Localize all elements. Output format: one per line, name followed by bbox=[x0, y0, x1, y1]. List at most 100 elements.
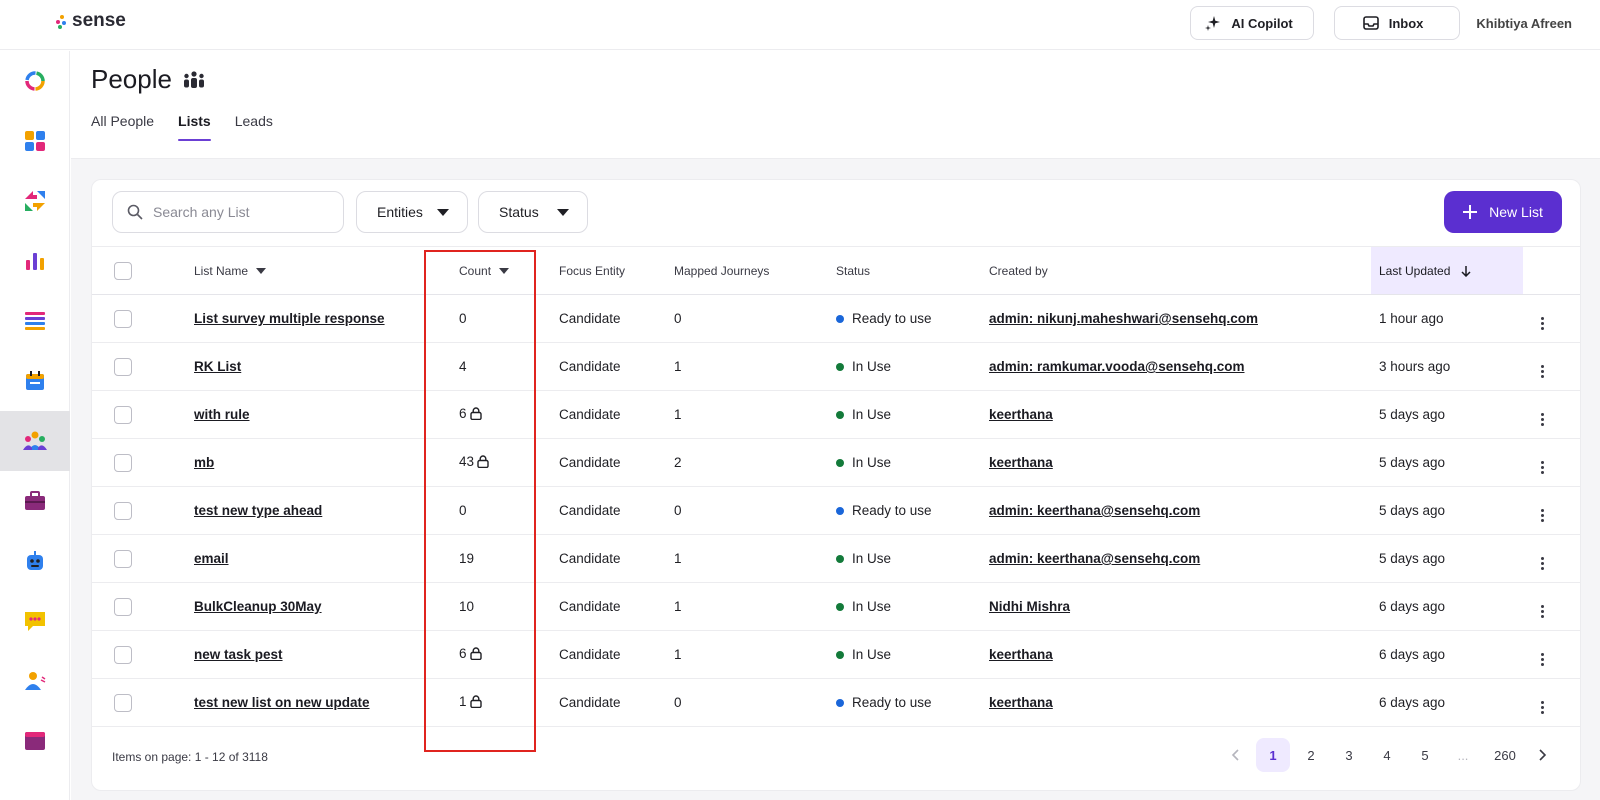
status-dot-icon bbox=[836, 603, 844, 612]
more-options-icon[interactable] bbox=[1541, 316, 1544, 330]
created-by-link[interactable]: admin: ramkumar.vooda@sensehq.com bbox=[989, 359, 1245, 374]
created-by-link[interactable]: keerthana bbox=[989, 695, 1053, 710]
list-name-link[interactable]: BulkCleanup 30May bbox=[194, 599, 322, 614]
status-text: In Use bbox=[852, 455, 892, 470]
last-updated: 5 days ago bbox=[1371, 486, 1523, 535]
user-name[interactable]: Khibtiya Afreen bbox=[1476, 16, 1572, 31]
sidebar-item-workflows[interactable] bbox=[0, 171, 70, 231]
row-checkbox[interactable] bbox=[114, 357, 132, 376]
ai-copilot-button[interactable]: AI Copilot bbox=[1190, 6, 1314, 40]
more-options-icon[interactable] bbox=[1541, 508, 1544, 522]
select-all-checkbox[interactable] bbox=[114, 261, 132, 280]
table-row[interactable]: email 19 Candidate 1 In Use admin: keerthana@… bbox=[92, 534, 1580, 583]
more-options-icon[interactable] bbox=[1541, 700, 1544, 714]
arrow-down-icon bbox=[1461, 266, 1471, 278]
prev-page-button[interactable] bbox=[1218, 738, 1252, 772]
tab-all-people[interactable]: All People bbox=[91, 113, 154, 141]
sidebar-item-contacts[interactable] bbox=[0, 651, 70, 711]
last-updated: 1 hour ago bbox=[1371, 294, 1523, 343]
more-options-icon[interactable] bbox=[1541, 412, 1544, 426]
tab-lists[interactable]: Lists bbox=[178, 113, 211, 141]
created-by-link[interactable]: admin: keerthana@sensehq.com bbox=[989, 551, 1200, 566]
chevron-left-icon bbox=[1231, 749, 1239, 761]
sense-logo[interactable]: sense bbox=[56, 10, 126, 32]
created-by-link[interactable]: keerthana bbox=[989, 455, 1053, 470]
inbox-icon bbox=[1362, 16, 1379, 30]
sidebar-item-lists[interactable] bbox=[0, 291, 70, 351]
list-name-link[interactable]: RK List bbox=[194, 359, 241, 374]
column-list-name[interactable]: List Name bbox=[194, 246, 459, 295]
status-text: Ready to use bbox=[852, 503, 932, 518]
table-footer: Items on page: 1 - 12 of 3118 1 2 3 4 5... 26… bbox=[92, 726, 1580, 790]
table-row[interactable]: test new list on new update 1 Candidate 0 Re… bbox=[92, 678, 1580, 727]
column-last-updated[interactable]: Last Updated bbox=[1371, 246, 1523, 295]
lock-icon bbox=[469, 407, 482, 423]
row-checkbox[interactable] bbox=[114, 501, 132, 520]
more-options-icon[interactable] bbox=[1541, 556, 1544, 570]
row-checkbox[interactable] bbox=[114, 453, 132, 472]
list-name-link[interactable]: test new type ahead bbox=[194, 503, 322, 518]
sidebar-item-calendar[interactable] bbox=[0, 351, 70, 411]
list-name-link[interactable]: email bbox=[194, 551, 229, 566]
sidebar-item-bots[interactable] bbox=[0, 531, 70, 591]
table-row[interactable]: RK List 4 Candidate 1 In Use admin: ramkumar.… bbox=[92, 342, 1580, 391]
sidebar-item-messages[interactable] bbox=[0, 591, 70, 651]
tab-leads[interactable]: Leads bbox=[235, 113, 273, 141]
page-1-button[interactable]: 1 bbox=[1256, 738, 1290, 772]
row-checkbox[interactable] bbox=[114, 645, 132, 664]
sidebar-item-dashboard[interactable] bbox=[0, 111, 70, 171]
page-260-button[interactable]: 260 bbox=[1488, 738, 1522, 772]
more-options-icon[interactable] bbox=[1541, 460, 1544, 474]
table-row[interactable]: mb 43 Candidate 2 In Use keerthana 5 days ago bbox=[92, 438, 1580, 487]
page-4-button[interactable]: 4 bbox=[1370, 738, 1404, 772]
table-row[interactable]: BulkCleanup 30May 10 Candidate 1 In Use Nidhi… bbox=[92, 582, 1580, 631]
more-options-icon[interactable] bbox=[1541, 364, 1544, 378]
mapped-journeys: 0 bbox=[674, 294, 836, 343]
row-checkbox[interactable] bbox=[114, 597, 132, 616]
created-by-link[interactable]: admin: nikunj.maheshwari@sensehq.com bbox=[989, 311, 1258, 326]
list-name-link[interactable]: new task pest bbox=[194, 647, 283, 662]
page-2-button[interactable]: 2 bbox=[1294, 738, 1328, 772]
sidebar-item-templates[interactable] bbox=[0, 711, 70, 771]
list-name-link[interactable]: mb bbox=[194, 455, 214, 470]
next-page-button[interactable] bbox=[1526, 738, 1560, 772]
search-icon bbox=[127, 204, 143, 220]
sidebar-item-jobs[interactable] bbox=[0, 471, 70, 531]
table-row[interactable]: test new type ahead 0 Candidate 0 Ready to u… bbox=[92, 486, 1580, 535]
page-3-button[interactable]: 3 bbox=[1332, 738, 1366, 772]
pagination: 1 2 3 4 5... 260 bbox=[1218, 738, 1560, 772]
status-dot-icon bbox=[836, 699, 844, 708]
created-by-link[interactable]: Nidhi Mishra bbox=[989, 599, 1070, 614]
inbox-button[interactable]: Inbox bbox=[1333, 6, 1461, 40]
row-checkbox[interactable] bbox=[114, 405, 132, 424]
more-options-icon[interactable] bbox=[1541, 604, 1544, 618]
focus-entity: Candidate bbox=[559, 582, 674, 631]
sidebar-item-home[interactable] bbox=[0, 51, 70, 111]
status-dropdown[interactable]: Status bbox=[478, 191, 588, 233]
chevron-right-icon bbox=[1539, 749, 1547, 761]
table-row[interactable]: new task pest 6 Candidate 1 In Use keerthana 6… bbox=[92, 630, 1580, 679]
column-mapped-journeys: Mapped Journeys bbox=[674, 246, 836, 295]
list-name-link[interactable]: List survey multiple response bbox=[194, 311, 385, 326]
created-by-link[interactable]: keerthana bbox=[989, 407, 1053, 422]
row-checkbox[interactable] bbox=[114, 693, 132, 712]
table-row[interactable]: with rule 6 Candidate 1 In Use keerthana 5 day… bbox=[92, 390, 1580, 439]
row-checkbox[interactable] bbox=[114, 309, 132, 328]
created-by-link[interactable]: keerthana bbox=[989, 647, 1053, 662]
sidebar-item-people[interactable] bbox=[0, 411, 70, 471]
entities-dropdown[interactable]: Entities bbox=[356, 191, 468, 233]
search-input[interactable]: Search any List bbox=[112, 191, 344, 233]
row-checkbox[interactable] bbox=[114, 549, 132, 568]
lists-table: List Name Count Focus Entity Mapped Jour… bbox=[92, 246, 1580, 727]
created-by-link[interactable]: admin: keerthana@sensehq.com bbox=[989, 503, 1200, 518]
page-5-button[interactable]: 5 bbox=[1408, 738, 1442, 772]
table-row[interactable]: List survey multiple response 0 Candidate 0… bbox=[92, 294, 1580, 343]
count-value: 1 bbox=[459, 694, 467, 710]
new-list-button[interactable]: New List bbox=[1444, 191, 1562, 233]
main-content: People All People Lists Leads Search any… bbox=[71, 51, 1600, 800]
sidebar-item-analytics[interactable] bbox=[0, 231, 70, 291]
more-options-icon[interactable] bbox=[1541, 652, 1544, 666]
list-name-link[interactable]: test new list on new update bbox=[194, 695, 370, 710]
list-name-link[interactable]: with rule bbox=[194, 407, 250, 422]
column-count[interactable]: Count bbox=[459, 246, 559, 295]
